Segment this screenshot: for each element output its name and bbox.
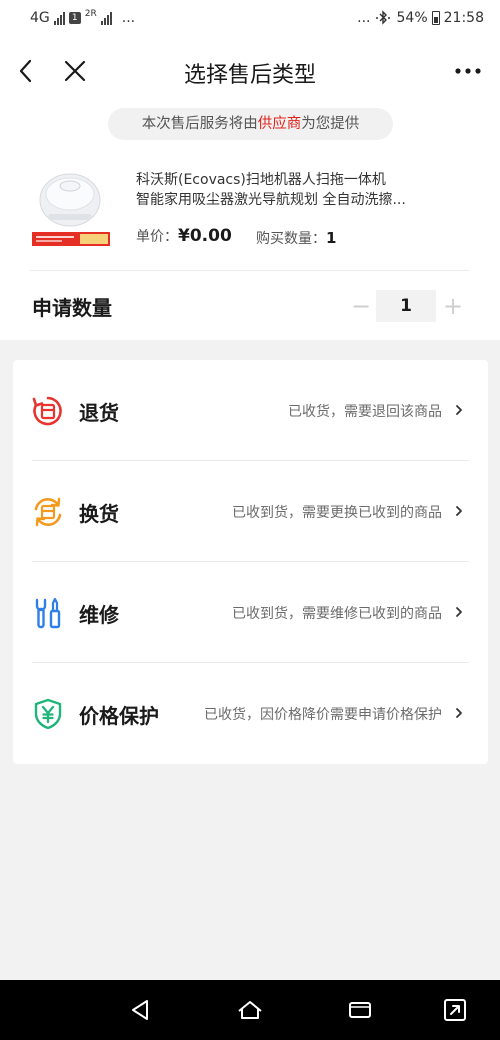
option-label: 价格保护 — [79, 704, 159, 728]
aftersale-type-list: 退货 已收货，需要退回该商品 换货 已收到货，需要更换已收到的商品 维修 已收到… — [13, 360, 488, 764]
exchange-icon — [34, 497, 62, 527]
close-button[interactable] — [60, 56, 90, 86]
product-image — [30, 162, 112, 250]
increment-button[interactable]: + — [442, 292, 464, 320]
chevron-right-icon — [456, 708, 462, 718]
sim2-label: 2R — [84, 9, 97, 19]
qty-value: 1 — [326, 229, 337, 247]
sim1-badge: 1 — [68, 12, 81, 24]
decrement-button[interactable]: − — [350, 292, 372, 320]
price-value: ¥0.00 — [178, 226, 232, 246]
bluetooth-icon — [375, 10, 390, 25]
return-icon — [32, 396, 62, 426]
status-right: ... 54% 21:58 — [357, 10, 484, 26]
system-expand-button[interactable] — [440, 995, 470, 1025]
chevron-right-icon — [456, 506, 462, 516]
notice-prefix: 本次售后服务将由 — [141, 116, 258, 132]
option-label: 换货 — [79, 502, 119, 526]
back-button[interactable] — [12, 56, 42, 86]
service-notice: 本次售后服务将由供应商为您提供 — [108, 108, 393, 140]
battery-percent: 54% — [396, 10, 428, 26]
product-quantity: 购买数量：1 — [256, 228, 336, 248]
option-price-protect[interactable]: 价格保护 已收货，因价格降价需要申请价格保护 — [13, 663, 488, 764]
option-repair[interactable]: 维修 已收到货，需要维修已收到的商品 — [13, 562, 488, 663]
option-description: 已收到货，需要更换已收到的商品 — [232, 505, 442, 521]
system-recent-button[interactable] — [345, 995, 375, 1025]
status-dots: ... — [121, 10, 136, 26]
status-dots: ... — [357, 10, 371, 26]
product-title: 科沃斯(Ecovacs)扫地机器人扫拖一体机 智能家用吸尘器激光导航规划 全自动… — [136, 170, 436, 210]
system-back-button[interactable] — [125, 995, 155, 1025]
divider — [30, 270, 470, 271]
chevron-right-icon — [456, 607, 462, 617]
option-return[interactable]: 退货 已收货，需要退回该商品 — [13, 360, 488, 461]
clock: 21:58 — [443, 10, 484, 26]
option-description: 已收到货，需要维修已收到的商品 — [232, 606, 442, 622]
nav-recent-icon — [349, 1002, 371, 1018]
notice-suffix: 为您提供 — [301, 116, 360, 132]
status-left: 4G 1 2R ... — [30, 9, 136, 26]
qty-label: 购买数量： — [256, 231, 326, 247]
repair-icon — [35, 597, 61, 629]
product-title-line1: 科沃斯(Ecovacs)扫地机器人扫拖一体机 — [136, 172, 386, 188]
notice-supplier: 供应商 — [257, 116, 302, 132]
chevron-left-icon — [19, 59, 32, 83]
product-title-line2: 智能家用吸尘器激光导航规划 全自动洗擦... — [136, 192, 406, 208]
more-dots-icon — [455, 68, 481, 74]
signal-icon — [53, 11, 65, 25]
signal-icon — [100, 11, 112, 25]
price-protect-icon — [34, 698, 62, 730]
close-icon — [64, 60, 86, 82]
quantity-stepper: − 1 + — [350, 290, 468, 322]
chevron-right-icon — [456, 405, 462, 415]
option-label: 退货 — [79, 401, 119, 425]
option-description: 已收货，需要退回该商品 — [288, 404, 442, 420]
option-description: 已收货，因价格降价需要申请价格保护 — [204, 707, 442, 723]
system-home-button[interactable] — [235, 995, 265, 1025]
system-nav-bar — [0, 980, 500, 1040]
more-button[interactable] — [450, 56, 486, 86]
nav-bar: 选择售后类型 — [0, 42, 500, 100]
nav-expand-icon — [444, 999, 466, 1021]
option-exchange[interactable]: 换货 已收到货，需要更换已收到的商品 — [13, 461, 488, 562]
quantity-value[interactable]: 1 — [376, 290, 436, 322]
product-card[interactable]: 科沃斯(Ecovacs)扫地机器人扫拖一体机 智能家用吸尘器激光导航规划 全自动… — [30, 162, 470, 258]
network-label: 4G — [30, 10, 50, 26]
nav-home-icon — [238, 1001, 262, 1019]
option-label: 维修 — [79, 603, 119, 627]
battery-icon — [431, 11, 440, 25]
nav-back-icon — [132, 1000, 148, 1020]
apply-quantity-label: 申请数量 — [32, 296, 112, 320]
status-bar: 4G 1 2R ... ... 54% 21:58 — [0, 0, 500, 42]
product-price: 单价：¥0.00 — [136, 226, 232, 246]
price-label: 单价： — [136, 229, 178, 245]
